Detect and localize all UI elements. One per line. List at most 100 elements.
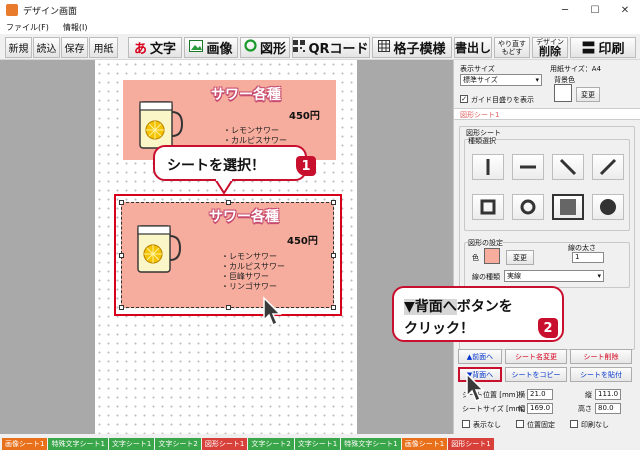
x-label: 横 bbox=[518, 391, 525, 399]
undo-label: もどす bbox=[501, 47, 523, 56]
print-button[interactable]: 〓印刷 bbox=[570, 37, 636, 58]
shape-settings-label: 図形の設定 bbox=[468, 238, 503, 248]
y-label: 縦 bbox=[585, 391, 592, 399]
title-bar: デザイン画面 ─ ☐ ✕ bbox=[0, 0, 640, 20]
paper-size-label: 用紙サイズ：A4 bbox=[550, 65, 602, 73]
sheet-tab[interactable]: 画像シート1 bbox=[2, 438, 48, 450]
sheet-tab[interactable]: 特殊文字シート1 bbox=[341, 438, 401, 450]
circle-filled-shape-button[interactable] bbox=[592, 194, 624, 220]
line-type-label: 線の種類 bbox=[472, 273, 500, 281]
beer-mug-image bbox=[139, 101, 183, 149]
text-glyph-icon: あ bbox=[133, 42, 147, 57]
callout-text-rest: ボタンを bbox=[456, 299, 513, 315]
diagonal-down-line-shape-button[interactable] bbox=[552, 154, 584, 180]
shape-color-swatch[interactable] bbox=[484, 248, 500, 264]
paper-button[interactable]: 用紙 bbox=[89, 37, 118, 58]
bg-color-change-button[interactable]: 変更 bbox=[576, 87, 600, 102]
step-badge-1: 1 bbox=[296, 156, 316, 176]
delete-design-button[interactable]: デザイン 削除 bbox=[532, 37, 568, 58]
callout-text-line1: ▼背面へボタンを bbox=[404, 296, 513, 316]
line-type-select[interactable]: 実線 bbox=[504, 270, 604, 282]
sheet-tab-bar: 画像シート1 特殊文字シート1 文字シート1 文字シート2 図形シート1 文字シート2 文字… bbox=[0, 434, 640, 450]
hide-checkbox[interactable] bbox=[462, 420, 470, 428]
y-input[interactable]: 111.0 bbox=[595, 389, 621, 400]
qr-button[interactable]: QRコード bbox=[292, 37, 370, 58]
sheet-tab[interactable]: 文字シート1 bbox=[294, 438, 341, 450]
callout-text-line2: クリック！ bbox=[404, 321, 474, 337]
height-label: 高さ bbox=[578, 405, 592, 413]
save-button[interactable]: 保存 bbox=[61, 37, 88, 58]
sheet-tab[interactable]: 文字シート1 bbox=[108, 438, 155, 450]
diagonal-up-line-shape-button[interactable] bbox=[592, 154, 624, 180]
guide-checkbox[interactable]: ✓ bbox=[460, 95, 468, 103]
card-item-list: レモンサワー カルピスサワー bbox=[223, 126, 287, 146]
callout-select-sheet: シートを選択！ bbox=[153, 145, 307, 181]
sheet-tab[interactable]: 図形シート1 bbox=[201, 438, 248, 450]
grid-pattern-button[interactable]: 格子模様 bbox=[372, 37, 452, 58]
minimize-button[interactable]: ─ bbox=[550, 0, 580, 20]
undo-redo-button[interactable]: やり直す もどす bbox=[494, 37, 530, 58]
sheet-tab[interactable]: 文字シート2 bbox=[248, 438, 294, 450]
fix-position-label: 位置固定 bbox=[527, 421, 555, 429]
horizontal-line-shape-button[interactable] bbox=[512, 154, 544, 180]
shape-button[interactable]: 図形 bbox=[240, 37, 290, 58]
toolbar: 新規 読込 保存 用紙 あ文字 画像 図形 QRコード 格子模様 書出し やり直… bbox=[0, 34, 640, 60]
sheet-name-text: 図形シート1 bbox=[460, 111, 500, 119]
no-print-label: 印刷なし bbox=[581, 421, 609, 429]
height-input[interactable]: 80.0 bbox=[595, 403, 621, 414]
mouse-cursor-icon bbox=[466, 372, 485, 403]
sheet-tab[interactable]: 特殊文字シート1 bbox=[48, 438, 108, 450]
vertical-line-shape-button[interactable] bbox=[472, 154, 504, 180]
hide-label: 表示なし bbox=[473, 421, 501, 429]
circle-outline-shape-button[interactable] bbox=[512, 194, 544, 220]
line-width-input[interactable]: 1 bbox=[572, 252, 604, 263]
rename-sheet-button[interactable]: シート名変更 bbox=[505, 349, 567, 364]
app-icon bbox=[6, 4, 18, 16]
qr-icon bbox=[293, 39, 306, 56]
step-badge-2: 2 bbox=[538, 318, 558, 338]
selection-highlight bbox=[114, 194, 342, 316]
callout-back-button: ▼背面へボタンを クリック！ bbox=[392, 286, 564, 342]
export-button[interactable]: 書出し bbox=[454, 37, 492, 58]
width-label: 幅 bbox=[518, 405, 525, 413]
print-button-label: 印刷 bbox=[598, 42, 625, 57]
callout-pointer-icon bbox=[214, 179, 234, 195]
menu-info[interactable]: 情報(I) bbox=[63, 22, 88, 33]
grid-button-label: 格子模様 bbox=[393, 42, 446, 57]
window-title: デザイン画面 bbox=[23, 6, 78, 17]
display-size-select[interactable]: 標準サイズ bbox=[460, 74, 542, 86]
sheet-tab[interactable]: 図形シート1 bbox=[448, 438, 494, 450]
fix-position-checkbox[interactable] bbox=[516, 420, 524, 428]
sheet-tab[interactable]: 文字シート2 bbox=[155, 438, 201, 450]
width-input[interactable]: 169.0 bbox=[527, 403, 553, 414]
grid-icon bbox=[378, 39, 391, 56]
text-button-label: 文字 bbox=[150, 42, 177, 57]
guide-label: ガイド目盛りを表示 bbox=[471, 96, 534, 104]
card-price: 450円 bbox=[289, 111, 320, 122]
color-label: 色 bbox=[472, 254, 479, 262]
shape-color-change-button[interactable]: 変更 bbox=[506, 250, 534, 265]
image-button-label: 画像 bbox=[206, 42, 233, 57]
text-button[interactable]: あ文字 bbox=[128, 37, 182, 58]
sheet-name-field[interactable]: 図形シート1 bbox=[454, 108, 640, 120]
callout-text: シートを選択！ bbox=[167, 158, 265, 174]
menu-file[interactable]: ファイル(F) bbox=[6, 22, 49, 33]
new-button[interactable]: 新規 bbox=[5, 37, 32, 58]
open-button[interactable]: 読込 bbox=[33, 37, 60, 58]
copy-sheet-button[interactable]: シートをコピー bbox=[505, 367, 567, 382]
image-icon bbox=[189, 39, 204, 56]
sheet-tab[interactable]: 画像シート1 bbox=[401, 438, 448, 450]
image-button[interactable]: 画像 bbox=[184, 37, 238, 58]
bg-color-swatch[interactable] bbox=[554, 84, 572, 102]
delete-sheet-button[interactable]: シート削除 bbox=[570, 349, 632, 364]
card-title: サワー各種 bbox=[211, 87, 281, 103]
bring-front-button[interactable]: ▲前面へ bbox=[458, 349, 502, 364]
rectangle-outline-shape-button[interactable] bbox=[472, 194, 504, 220]
paste-sheet-button[interactable]: シートを貼付 bbox=[570, 367, 632, 382]
x-input[interactable]: 21.0 bbox=[527, 389, 553, 400]
shape-button-label: 図形 bbox=[259, 42, 286, 57]
close-button[interactable]: ✕ bbox=[610, 0, 640, 20]
maximize-button[interactable]: ☐ bbox=[580, 0, 610, 20]
rectangle-filled-shape-button[interactable] bbox=[552, 194, 584, 220]
no-print-checkbox[interactable] bbox=[570, 420, 578, 428]
